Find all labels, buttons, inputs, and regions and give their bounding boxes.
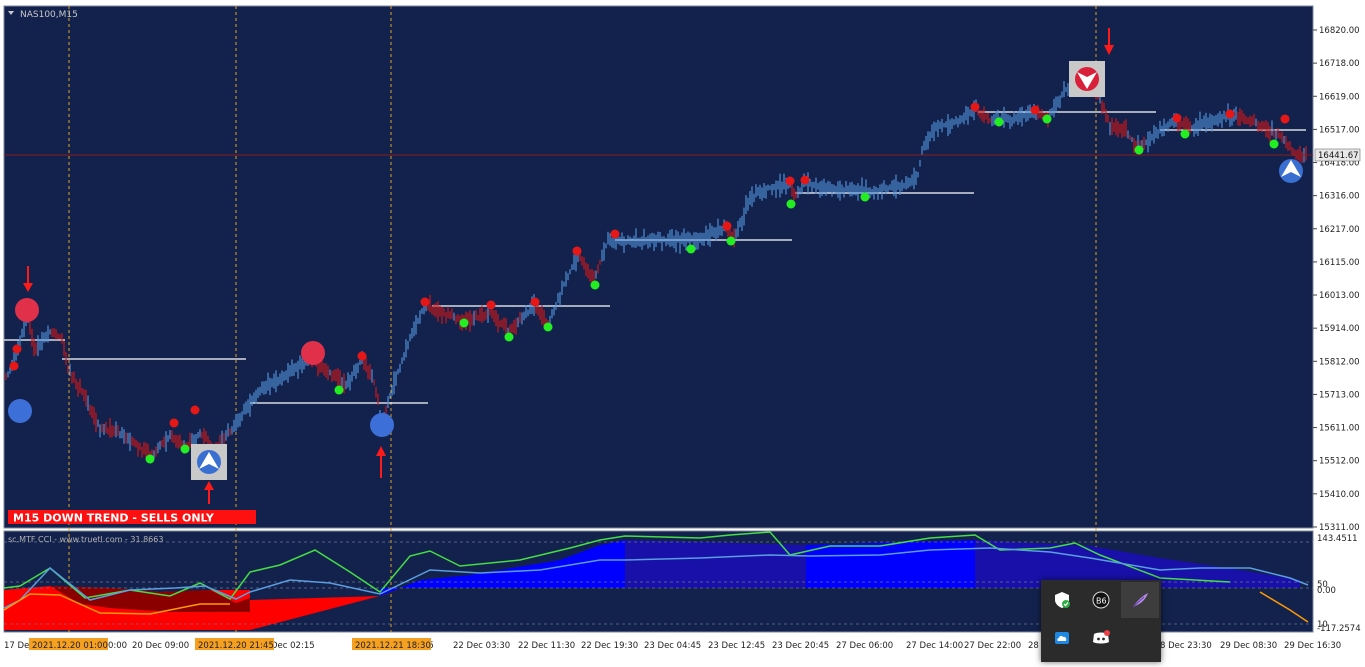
sell-signal-dot <box>530 297 540 307</box>
price-axis-label: 16619.00 <box>1319 92 1360 102</box>
sell-signal-dot <box>1280 114 1290 124</box>
buy-signal-circle-icon <box>8 399 32 423</box>
buy-signal-dot <box>334 385 344 395</box>
buy-badge-icon <box>191 444 227 480</box>
price-axis-label: 15812.00 <box>1319 357 1360 367</box>
sell-signal-dot <box>357 351 367 361</box>
onedrive-cloud-icon[interactable] <box>1043 620 1081 656</box>
time-axis-label: 27 Dec 06:00 <box>836 641 893 651</box>
sell-signal-dot <box>1030 105 1040 115</box>
buy-signal-dot <box>994 117 1004 127</box>
time-axis-label: 27 Dec 14:00 <box>906 641 963 651</box>
price-axis-label: 16820.00 <box>1319 26 1360 36</box>
price-axis-label: 15410.00 <box>1319 490 1360 500</box>
bb-app-icon[interactable]: B6 <box>1082 582 1120 618</box>
buy-triangle-icon <box>1279 159 1303 183</box>
svg-text:B6: B6 <box>1096 597 1107 606</box>
price-axis-label: 16013.00 <box>1319 291 1360 301</box>
buy-signal-dot <box>459 318 469 328</box>
system-tray-popup: B6 <box>1041 580 1161 662</box>
time-axis-label: 22 Dec 11:30 <box>518 641 575 651</box>
sell-signal-dot <box>800 175 810 185</box>
cci-positive-fill <box>806 540 975 588</box>
current-price-tag: 16441.67 <box>1314 148 1361 162</box>
time-axis-label: 28 <box>1028 641 1039 651</box>
sell-signal-dot <box>572 246 582 256</box>
buy-signal-dot <box>145 454 155 464</box>
buy-signal-dot <box>504 332 514 342</box>
price-axis-label: 15914.00 <box>1319 324 1360 334</box>
indicator-title: sc.MTF CCI - www.truetl.com - 31.8663 <box>8 535 163 544</box>
time-marker-label: 2021.12.20 01:00 <box>32 641 108 651</box>
sell-signal-dot <box>1172 113 1182 123</box>
buy-signal-dot <box>1134 145 1144 155</box>
price-axis-label: 16316.00 <box>1319 192 1360 202</box>
sell-signal-dot <box>9 361 19 371</box>
time-axis-label: Dec 02:15 <box>271 641 315 651</box>
symbol-label: NAS100,M15 <box>20 10 78 20</box>
time-axis-label: 0:00 <box>108 641 127 651</box>
price-axis-label: 16718.00 <box>1319 59 1360 69</box>
time-axis-label: 22 Dec 03:30 <box>453 641 510 651</box>
sell-signal-dot <box>420 297 430 307</box>
time-axis-label: 29 Dec 08:30 <box>1220 641 1277 651</box>
buy-signal-dot <box>686 244 696 254</box>
sell-signal-dot <box>785 176 795 186</box>
feather-pen-icon[interactable] <box>1121 582 1159 618</box>
buy-signal-dot <box>1042 114 1052 124</box>
time-axis-label: 23 Dec 12:45 <box>708 641 765 651</box>
buy-signal-dot <box>1180 129 1190 139</box>
price-axis-label: 16115.00 <box>1319 258 1360 268</box>
buy-signal-dot <box>1269 139 1279 149</box>
buy-signal-dot <box>860 192 870 202</box>
buy-signal-dot <box>543 322 553 332</box>
sell-signal-dot <box>970 102 980 112</box>
sell-signal-dot <box>12 344 22 354</box>
chart-window[interactable]: NAS100,M15 M15 DOWN TREND - SELLS ONLY s… <box>0 0 1365 662</box>
sell-signal-dot <box>610 229 620 239</box>
trend-banner: M15 DOWN TREND - SELLS ONLY <box>8 510 256 525</box>
price-axis-label: 16217.00 <box>1319 225 1360 235</box>
time-marker-label: 2021.12.20 21:45 <box>198 641 274 651</box>
indicator-axis-label: 143.4511 <box>1317 534 1358 544</box>
price-axis-label: 15311.00 <box>1319 523 1360 533</box>
price-axis-label: 15512.00 <box>1319 457 1360 467</box>
sell-signal-dot <box>190 405 200 415</box>
time-axis-label: 29 Dec 16:30 <box>1284 641 1341 651</box>
sell-badge-icon <box>1069 61 1105 97</box>
sell-signal-dot <box>1225 109 1235 119</box>
time-markers: 2021.12.20 01:00 2021.12.20 21:45 2021.12.… <box>29 638 431 651</box>
time-axis-label: 20 Dec 09:00 <box>132 641 189 651</box>
trend-banner-text: M15 DOWN TREND - SELLS ONLY <box>13 512 215 525</box>
price-axis-label: 16517.00 <box>1319 125 1360 135</box>
buy-signal-dot <box>726 236 736 246</box>
buy-signal-dot <box>180 444 190 454</box>
indicator-axis-label: 0.00 <box>1317 586 1336 596</box>
price-chart-canvas[interactable]: NAS100,M15 M15 DOWN TREND - SELLS ONLY s… <box>0 0 1365 662</box>
sell-signal-dot <box>486 300 496 310</box>
sell-signal-circle-icon <box>301 341 325 365</box>
buy-signal-dot <box>590 280 600 290</box>
cci-positive-fill-dark <box>625 540 806 588</box>
sell-signal-circle-icon <box>15 298 39 322</box>
time-axis-label: 8 Dec 23:30 <box>1160 641 1212 651</box>
shield-check-icon[interactable] <box>1043 582 1081 618</box>
price-axis-label: 15611.00 <box>1319 424 1360 434</box>
price-axis-label: 15713.00 <box>1319 390 1360 400</box>
indicator-axis-label: -117.2574 <box>1317 624 1361 634</box>
discord-icon[interactable] <box>1082 620 1120 656</box>
time-marker-label: 2021.12.21 18:30 <box>355 641 431 651</box>
time-axis-label: 23 Dec 04:45 <box>644 641 701 651</box>
time-axis-label: 23 Dec 20:45 <box>772 641 829 651</box>
buy-signal-circle-icon <box>370 413 394 437</box>
sell-signal-dot <box>722 221 732 231</box>
time-axis-label: 27 Dec 22:00 <box>964 641 1021 651</box>
buy-signal-dot <box>786 199 796 209</box>
current-price-label: 16441.67 <box>1318 151 1359 161</box>
sell-signal-dot <box>169 418 179 428</box>
time-axis-label: 22 Dec 19:30 <box>581 641 638 651</box>
